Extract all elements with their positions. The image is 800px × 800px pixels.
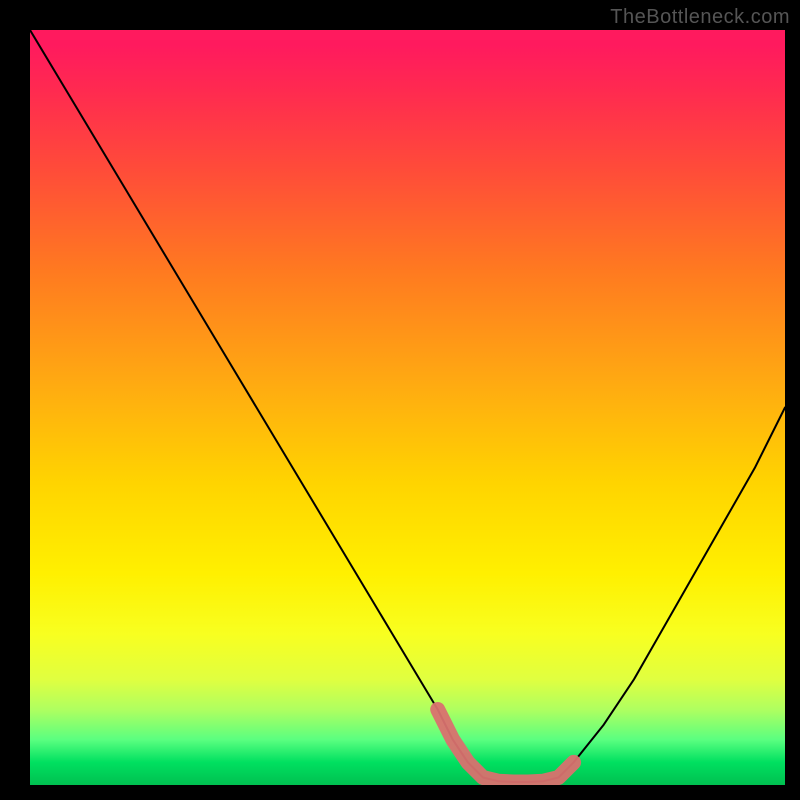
attribution-text: TheBottleneck.com <box>610 6 790 29</box>
chart-overlay <box>30 30 785 785</box>
bottleneck-curve <box>30 30 785 782</box>
chart-area <box>30 30 785 785</box>
highlight-band <box>438 710 574 783</box>
